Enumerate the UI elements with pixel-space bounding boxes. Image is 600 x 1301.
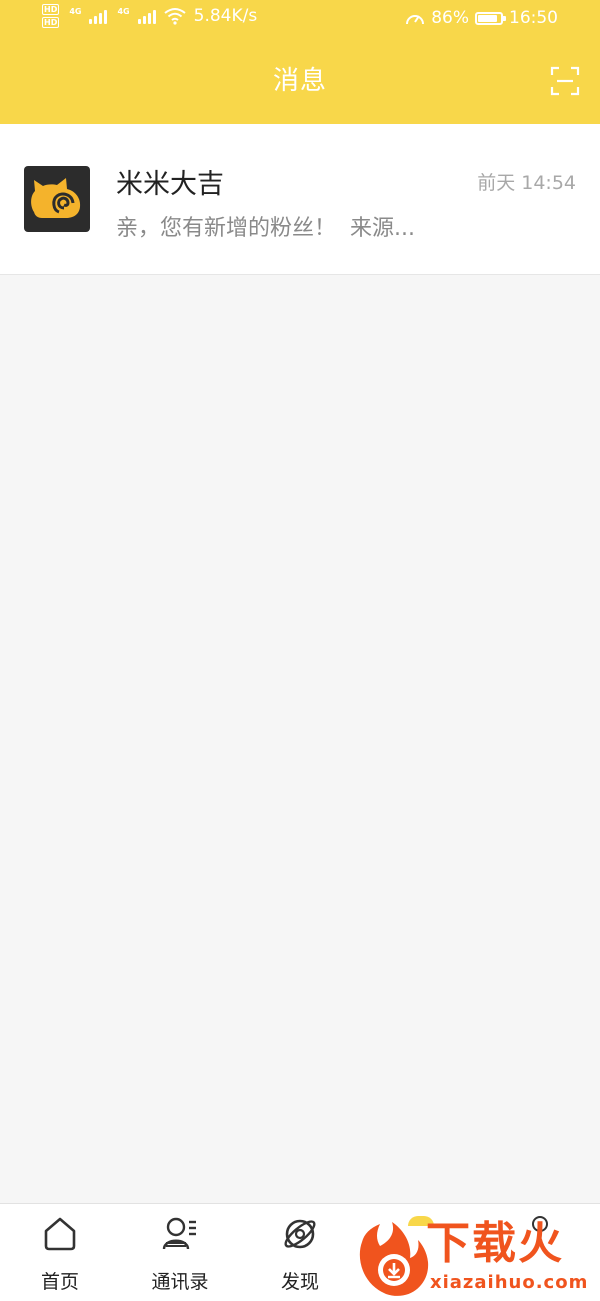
speedometer-icon	[406, 15, 425, 25]
scan-icon[interactable]	[550, 66, 580, 96]
home-icon	[44, 1217, 76, 1251]
network-type-2: 4G	[117, 6, 130, 16]
network-type-1: 4G	[69, 6, 82, 16]
message-sender: 米米大吉	[116, 169, 224, 200]
page-title: 消息	[272, 66, 327, 96]
hd-badges: HD HD	[42, 4, 60, 28]
tab-home[interactable]: 首页	[0, 1204, 120, 1301]
battery-percent: 86%	[431, 8, 469, 28]
network-speed: 5.84K/s	[193, 6, 258, 26]
message-item[interactable]: 米米大吉 前天 14:54 亲，您有新增的粉丝！ 来源...	[0, 124, 600, 274]
clock: 16:50	[509, 8, 558, 28]
contacts-icon	[162, 1217, 196, 1250]
watermark: 下载火 xiazaihuo.com	[352, 1212, 600, 1301]
flame-logo-icon	[359, 1222, 429, 1296]
battery-fill	[478, 14, 497, 22]
message-time: 前天 14:54	[477, 172, 576, 194]
hd-badge-2: HD	[42, 17, 60, 28]
screen: HD HD 4G 4G 5.84K/s 86% 16:50 消息 米米大吉 前天…	[0, 0, 600, 1301]
signal-icon-2	[137, 8, 156, 24]
status-right: 86% 16:50	[405, 8, 558, 28]
tab-contacts-label: 通讯录	[151, 1271, 209, 1293]
tab-contacts[interactable]: 通讯录	[120, 1204, 240, 1301]
avatar	[24, 166, 90, 232]
discover-icon	[284, 1219, 316, 1249]
top-bar: HD HD 4G 4G 5.84K/s 86% 16:50 消息	[0, 0, 600, 124]
tab-home-label: 首页	[40, 1271, 79, 1293]
message-list: 米米大吉 前天 14:54 亲，您有新增的粉丝！ 来源...	[0, 124, 600, 275]
message-preview: 亲，您有新增的粉丝！ 来源...	[116, 216, 415, 241]
watermark-text: 下载火	[426, 1218, 564, 1269]
cat-logo-icon	[31, 178, 81, 218]
status-bar: HD HD 4G 4G 5.84K/s 86% 16:50	[0, 0, 600, 40]
signal-icon-1	[89, 8, 108, 24]
tab-discover-label: 发现	[280, 1271, 319, 1293]
status-left: HD HD 4G 4G 5.84K/s	[42, 4, 257, 28]
battery-icon	[475, 11, 506, 25]
tab-discover[interactable]: 发现	[240, 1204, 360, 1301]
hd-badge-1: HD	[42, 4, 60, 15]
watermark-url: xiazaihuo.com	[430, 1272, 589, 1293]
wifi-icon	[164, 8, 186, 25]
